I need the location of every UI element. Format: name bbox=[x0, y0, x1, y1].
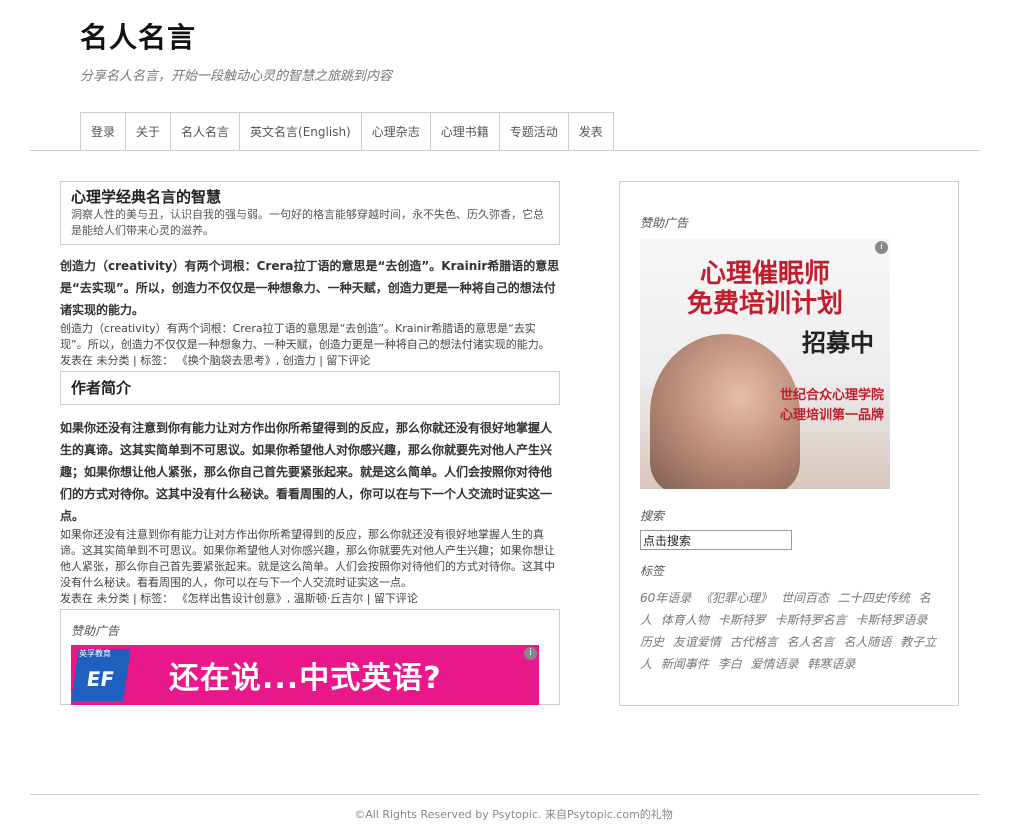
main-content: 心理学经典名言的智慧 洞察人性的美与丑，认识自我的强与弱。一句好的格言能够穿越时… bbox=[60, 181, 560, 705]
nav-item-magazine[interactable]: 心理杂志 bbox=[362, 113, 431, 151]
sponsor-ad-label: 赞助广告 bbox=[71, 624, 120, 638]
ad-headline-3: 招募中 bbox=[802, 329, 874, 357]
post: 心理学经典名言的智慧 洞察人性的美与丑，认识自我的强与弱。一句好的格言能够穿越时… bbox=[60, 181, 560, 369]
comment-link[interactable]: 留下评论 bbox=[374, 592, 418, 605]
tag-link[interactable]: 60年语录 bbox=[640, 591, 691, 605]
tag-cloud: 60年语录 《犯罪心理》 世间百态 二十四史传统 名人 体育人物 卡斯特罗 卡斯… bbox=[640, 587, 945, 675]
post-bold-text: 如果你还没有注意到你有能力让对方作出你所希望得到的反应，那么你就还没有很好地掌握… bbox=[60, 421, 553, 523]
meta-prefix: 发表在 bbox=[60, 354, 93, 367]
site-title[interactable]: 名人名言 bbox=[80, 16, 196, 56]
meta-separator: | bbox=[366, 592, 371, 605]
post-body-text: 如果你还没有注意到你有能力让对方作出你所希望得到的反应，那么你就还没有很好地掌握… bbox=[60, 528, 555, 589]
post-title-box: 作者简介 bbox=[60, 371, 560, 405]
adchoices-icon[interactable]: i bbox=[875, 241, 888, 254]
post-title[interactable]: 作者简介 bbox=[71, 377, 549, 399]
post-meta: 发表在 未分类 | 标签： 《换个脑袋去思考》, 创造力 | 留下评论 bbox=[60, 353, 560, 369]
sidebar-ad-label: 赞助广告 bbox=[640, 216, 689, 230]
post-excerpt: 洞察人性的美与丑，认识自我的强与弱。一句好的格言能够穿越时间，永不失色、历久弥香… bbox=[71, 208, 544, 237]
tag-link[interactable]: 李白 bbox=[718, 657, 742, 671]
tag-link[interactable]: 卡斯特罗语录 bbox=[855, 613, 927, 627]
nav-item-about[interactable]: 关于 bbox=[126, 113, 172, 151]
post-title-box: 心理学经典名言的智慧 洞察人性的美与丑，认识自我的强与弱。一句好的格言能够穿越时… bbox=[60, 181, 560, 245]
tag-link[interactable]: 古代格言 bbox=[730, 635, 778, 649]
banner-ad-text: 还在说...中式英语? bbox=[169, 661, 442, 696]
tag-link[interactable]: 韩寒语录 bbox=[807, 657, 855, 671]
ef-logo-caption: 英孚教育 bbox=[79, 649, 111, 658]
tag-link[interactable]: 友谊爱情 bbox=[673, 635, 721, 649]
tag-link[interactable]: 体育人物 bbox=[661, 613, 709, 627]
post-meta: 发表在 未分类 | 标签： 《怎样出售设计创意》, 温斯顿·丘吉尔 | 留下评论 bbox=[60, 591, 560, 607]
ef-banner-ad[interactable]: EF 英孚教育 还在说...中式英语? i bbox=[71, 645, 539, 705]
nav-item-publish[interactable]: 发表 bbox=[569, 113, 613, 151]
tag-link[interactable]: 卡斯特罗 bbox=[718, 613, 766, 627]
tag-link[interactable]: 名人随语 bbox=[843, 635, 891, 649]
tag-link[interactable]: 世间百态 bbox=[781, 591, 829, 605]
tags-label: 标签 bbox=[640, 564, 665, 578]
nav-item-events[interactable]: 专题活动 bbox=[500, 113, 569, 151]
tag-link[interactable]: 新闻事件 bbox=[661, 657, 709, 671]
footer-divider bbox=[30, 794, 980, 795]
search-label: 搜索 bbox=[640, 509, 665, 523]
ad-line-5: 心理培训第一品牌 bbox=[779, 408, 884, 423]
tag-links[interactable]: 《怎样出售设计创意》, 温斯顿·丘吉尔 bbox=[177, 592, 364, 605]
tag-link[interactable]: 名人名言 bbox=[787, 635, 835, 649]
category-link[interactable]: 未分类 bbox=[97, 592, 130, 605]
site-tagline: 分享名人名言，开始一段触动心灵的智慧之旅跳到内容 bbox=[80, 69, 393, 84]
meta-prefix: 发表在 bbox=[60, 592, 93, 605]
main-nav: 登录 关于 名人名言 英文名言(English) 心理杂志 心理书籍 专题活动 … bbox=[80, 112, 614, 151]
tags-prefix: | 标签： bbox=[133, 354, 174, 367]
post-title[interactable]: 心理学经典名言的智慧 bbox=[71, 187, 549, 207]
tag-link[interactable]: 《犯罪心理》 bbox=[700, 591, 772, 605]
sponsor-ad-widget: 赞助广告 EF 英孚教育 还在说...中式英语? i bbox=[60, 609, 560, 705]
comment-link[interactable]: 留下评论 bbox=[326, 354, 370, 367]
category-link[interactable]: 未分类 bbox=[97, 354, 130, 367]
meta-separator: | bbox=[319, 354, 323, 367]
adchoices-icon[interactable]: i bbox=[524, 647, 537, 660]
tags-prefix: | 标签： bbox=[133, 592, 174, 605]
ad-headline-2: 免费培训计划 bbox=[686, 289, 843, 319]
tag-link[interactable]: 爱情语录 bbox=[751, 657, 799, 671]
hypnotist-training-ad[interactable]: 心理催眠师 免费培训计划 招募中 世纪合众心理学院 心理培训第一品牌 i bbox=[640, 239, 890, 489]
nav-divider bbox=[30, 150, 980, 151]
footer: ©All Rights Reserved by Psytopic. 来自Psyt… bbox=[354, 808, 673, 821]
post-body-text: 创造力（creativity）有两个词根：Crera拉丁语的意思是“去创造”。K… bbox=[60, 322, 550, 351]
nav-item-quotes[interactable]: 名人名言 bbox=[171, 113, 241, 151]
tag-link[interactable]: 卡斯特罗名言 bbox=[775, 613, 847, 627]
nav-item-english-quotes[interactable]: 英文名言(English) bbox=[240, 113, 362, 151]
tag-link[interactable]: 历史 bbox=[640, 635, 664, 649]
post: 作者简介 如果你还没有注意到你有能力让对方作出你所希望得到的反应，那么你就还没有… bbox=[60, 371, 560, 607]
search-input[interactable] bbox=[640, 530, 792, 550]
page: 名人名言 分享名人名言，开始一段触动心灵的智慧之旅跳到内容 登录 关于 名人名言… bbox=[0, 0, 1027, 831]
couple-photo bbox=[650, 334, 800, 489]
nav-item-books[interactable]: 心理书籍 bbox=[431, 113, 500, 151]
ad-line-4: 世纪合众心理学院 bbox=[779, 388, 884, 403]
nav-item-login[interactable]: 登录 bbox=[81, 113, 127, 151]
tag-link[interactable]: 二十四史传统 bbox=[838, 591, 910, 605]
sidebar: 赞助广告 心理催眠师 免费培训计划 招募中 世纪合众心理学院 心理培训第一品牌 … bbox=[619, 181, 959, 706]
tag-links[interactable]: 《换个脑袋去思考》, 创造力 bbox=[177, 354, 316, 367]
post-bold-text: 创造力（creativity）有两个词根：Crera拉丁语的意思是“去创造”。K… bbox=[60, 259, 560, 317]
